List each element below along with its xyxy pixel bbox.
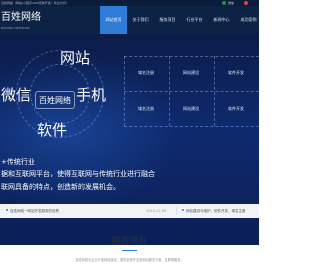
grid-cell-website: 网站建设 bbox=[183, 70, 199, 75]
bubble-wechat: 微信 bbox=[1, 86, 32, 104]
bullet-icon bbox=[6, 209, 8, 211]
site-logo-subtitle: BAIXING NETWORK bbox=[1, 26, 30, 30]
hero-banner: 网站 微信 百姓网络 手机 软件 域名注册 网站建设 软件开发 域名注册 网站建… bbox=[0, 34, 259, 245]
nav-item-about[interactable]: 关于我们 bbox=[127, 6, 154, 34]
grid-cell-domain: 域名注册 bbox=[138, 70, 154, 75]
banner-slogan-line: 联网具备的特点，创造新的发展机会。 bbox=[1, 183, 120, 191]
grid-divider bbox=[124, 126, 259, 127]
news-item-date: 2015-12-09 bbox=[146, 209, 167, 213]
main-nav: 网站首页 关于我们 服务项目 行业平台 新闻中心 成功案例 bbox=[100, 6, 259, 34]
grid-divider bbox=[124, 91, 259, 92]
site-logo[interactable]: 百姓网络 bbox=[1, 12, 41, 24]
services-title-underline bbox=[122, 250, 137, 251]
banner-slogan-line: 据和互联网平台，使得互联网与传统行业进行融合 bbox=[1, 170, 155, 178]
bullet-icon bbox=[182, 209, 184, 211]
bubble-software: 软件 bbox=[37, 121, 68, 139]
nav-item-industry[interactable]: 行业平台 bbox=[181, 6, 208, 34]
site-header: 百姓网络 BAIXING NETWORK 网站首页 关于我们 服务项目 行业平台… bbox=[0, 6, 259, 34]
grid-cell-software: 软件开发 bbox=[228, 70, 244, 75]
news-divider bbox=[176, 207, 177, 215]
nav-item-home[interactable]: 网站首页 bbox=[100, 6, 127, 34]
grid-divider bbox=[124, 56, 259, 57]
news-item-title[interactable]: 网站建设与维护，软件开发，域名注册 bbox=[186, 204, 246, 218]
service-grid: 域名注册 网站建设 软件开发 域名注册 网站建设 软件开发 bbox=[124, 56, 259, 127]
grid-cell-website: 网站建设 bbox=[183, 106, 199, 111]
services-title: 服务项目 bbox=[111, 237, 148, 247]
weibo-icon[interactable] bbox=[244, 1, 248, 5]
grid-cell-software: 软件开发 bbox=[228, 106, 244, 111]
news-item-title[interactable]: 百姓网络一网站开发服务的优势 bbox=[10, 204, 59, 218]
bubble-website: 网站 bbox=[60, 49, 91, 67]
page: 百姓网络（网站/小程序/APP定制开发）欢迎访问！ 微信 百姓网络 BAIXIN… bbox=[0, 0, 259, 268]
nav-item-cases[interactable]: 成功案例 bbox=[235, 6, 259, 34]
nav-item-news[interactable]: 新闻中心 bbox=[208, 6, 235, 34]
banner-slogan-line: +传统行业 bbox=[1, 158, 35, 166]
news-ticker: 百姓网络一网站开发服务的优势 2015-12-09 网站建设与维护，软件开发，域… bbox=[0, 204, 259, 218]
bubble-center-brand: 百姓网络 bbox=[35, 91, 75, 109]
wechat-icon[interactable] bbox=[222, 1, 226, 5]
bubble-mobile: 手机 bbox=[76, 86, 107, 104]
grid-cell-domain: 域名注册 bbox=[138, 106, 154, 111]
nav-item-services[interactable]: 服务项目 bbox=[154, 6, 181, 34]
services-description: 百姓网络为企业打造网站建设、提供全面专业的网站解决方案，互联网服务。 bbox=[75, 258, 184, 262]
